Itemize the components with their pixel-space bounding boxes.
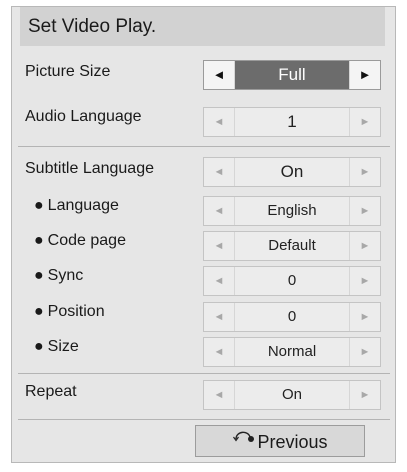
- sync-selector[interactable]: ◄ 0 ►: [203, 266, 381, 296]
- arrow-left-icon[interactable]: ◄: [204, 267, 235, 295]
- code-page-value: Default: [268, 237, 316, 254]
- audio-language-value: 1: [287, 112, 297, 131]
- bullet-icon: ●: [34, 232, 44, 249]
- size-label: ● Size: [34, 337, 79, 357]
- picture-size-selector[interactable]: ◄ Full ►: [203, 60, 381, 90]
- picture-size-label: Picture Size: [25, 63, 111, 80]
- bullet-icon: ●: [34, 267, 44, 284]
- divider: [18, 419, 390, 420]
- language-label-text: Language: [47, 197, 119, 214]
- arrow-right-icon[interactable]: ►: [349, 61, 380, 89]
- bullet-icon: ●: [34, 197, 44, 214]
- arrow-right-icon[interactable]: ►: [349, 338, 380, 366]
- arrow-left-icon[interactable]: ◄: [204, 381, 235, 409]
- arrow-right-icon[interactable]: ►: [349, 267, 380, 295]
- arrow-right-icon[interactable]: ►: [349, 232, 380, 260]
- bullet-icon: ●: [34, 338, 44, 355]
- arrow-left-icon[interactable]: ◄: [204, 303, 235, 331]
- arrow-left-icon[interactable]: ◄: [204, 197, 235, 225]
- sync-label-text: Sync: [47, 267, 84, 284]
- size-label-text: Size: [47, 338, 79, 355]
- panel-title: Set Video Play.: [20, 7, 385, 46]
- arrow-right-icon[interactable]: ►: [349, 108, 380, 136]
- arrow-right-icon[interactable]: ►: [349, 197, 380, 225]
- settings-panel: Set Video Play. Picture Size ◄ Full ► Au…: [11, 6, 396, 463]
- language-selector[interactable]: ◄ English ►: [203, 196, 381, 226]
- language-label: ● Language: [34, 196, 119, 216]
- repeat-selector[interactable]: ◄ On ►: [203, 380, 381, 410]
- return-arrow-icon: [233, 431, 255, 442]
- position-label: ● Position: [34, 302, 105, 322]
- arrow-right-icon[interactable]: ►: [349, 303, 380, 331]
- arrow-left-icon[interactable]: ◄: [204, 61, 235, 89]
- position-value: 0: [287, 308, 297, 325]
- bullet-icon: ●: [34, 303, 44, 320]
- arrow-left-icon[interactable]: ◄: [204, 232, 235, 260]
- sync-label: ● Sync: [34, 266, 83, 286]
- code-page-label-text: Code page: [47, 232, 126, 249]
- audio-language-label: Audio Language: [25, 108, 142, 125]
- arrow-left-icon[interactable]: ◄: [204, 338, 235, 366]
- language-value: English: [267, 202, 317, 219]
- sync-value: 0: [287, 272, 297, 289]
- arrow-left-icon[interactable]: ◄: [204, 108, 235, 136]
- size-value: Normal: [267, 343, 317, 360]
- repeat-label: Repeat: [25, 383, 77, 400]
- subtitle-language-value: On: [280, 162, 304, 181]
- position-label-text: Position: [47, 303, 105, 320]
- subtitle-language-selector[interactable]: ◄ On ►: [203, 157, 381, 187]
- repeat-value: On: [281, 386, 302, 403]
- divider: [18, 373, 390, 374]
- size-selector[interactable]: ◄ Normal ►: [203, 337, 381, 367]
- subtitle-language-label: Subtitle Language: [25, 160, 154, 177]
- divider: [18, 146, 390, 147]
- code-page-selector[interactable]: ◄ Default ►: [203, 231, 381, 261]
- arrow-left-icon[interactable]: ◄: [204, 158, 235, 186]
- audio-language-selector[interactable]: ◄ 1 ►: [203, 107, 381, 137]
- previous-button-label: Previous: [257, 432, 328, 452]
- arrow-right-icon[interactable]: ►: [349, 381, 380, 409]
- picture-size-value: Full: [235, 61, 349, 89]
- position-selector[interactable]: ◄ 0 ►: [203, 302, 381, 332]
- arrow-right-icon[interactable]: ►: [349, 158, 380, 186]
- code-page-label: ● Code page: [34, 231, 126, 251]
- previous-button[interactable]: Previous: [195, 425, 365, 457]
